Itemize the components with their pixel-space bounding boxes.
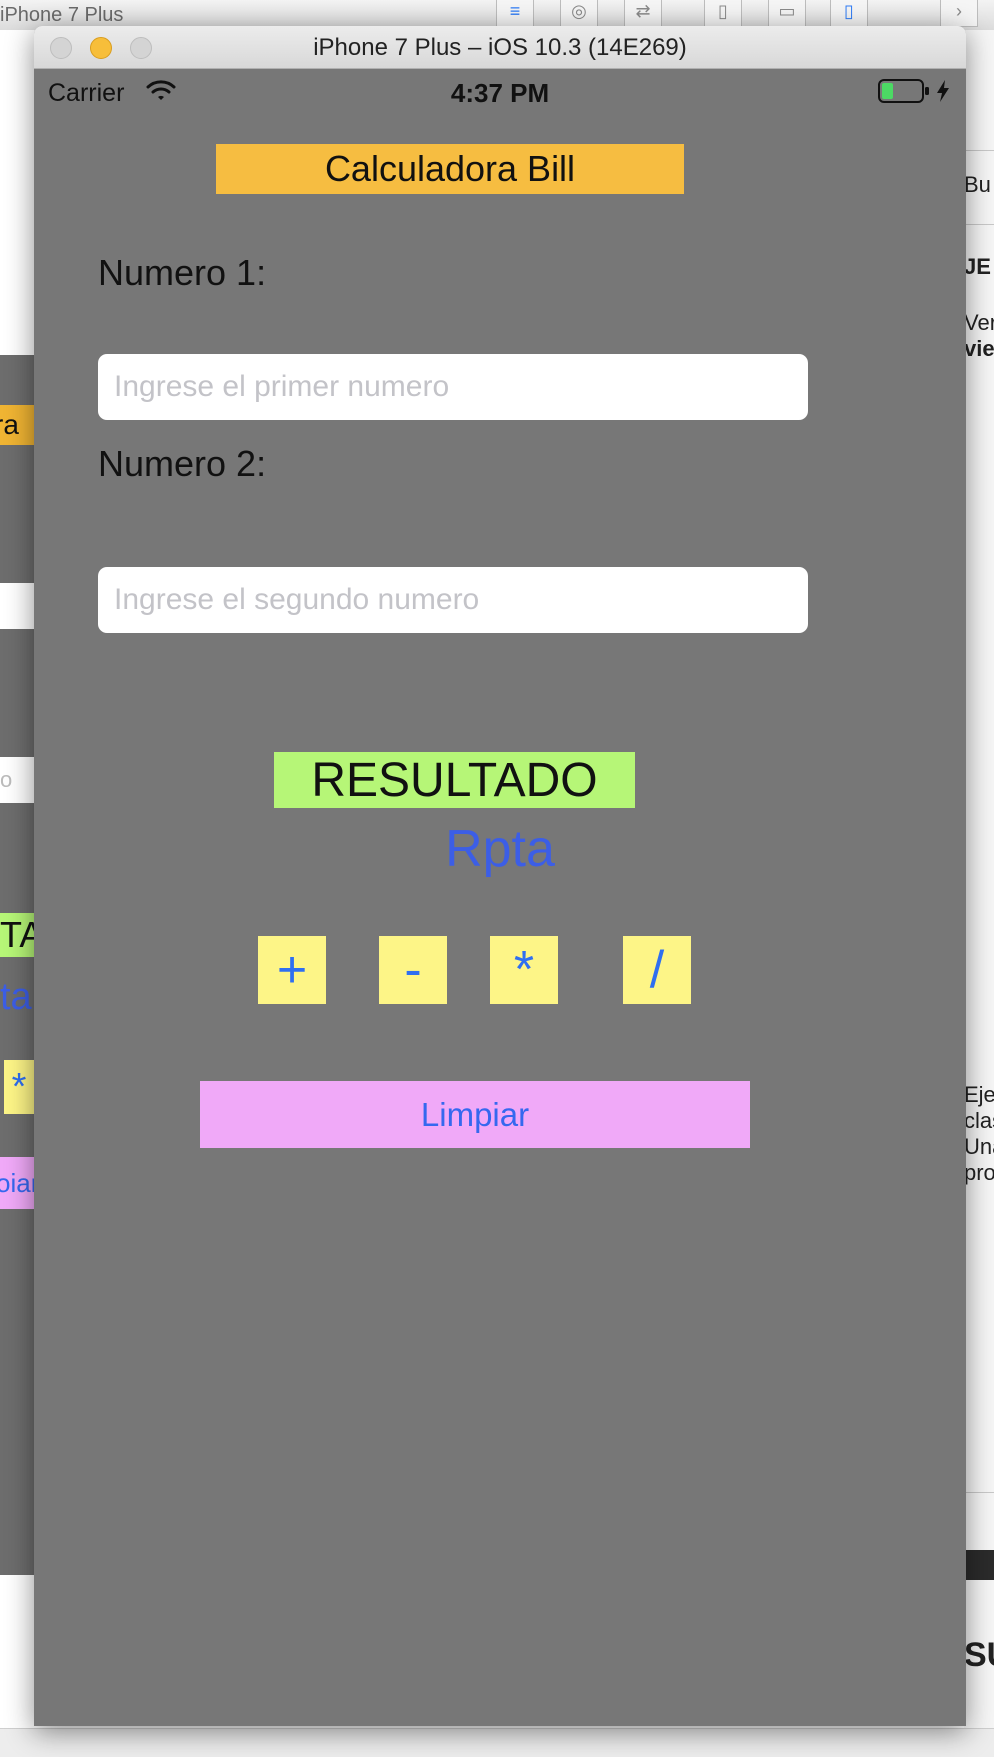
storyboard-clear-fragment: oiar [0, 1157, 34, 1209]
subtract-button[interactable]: - [379, 936, 447, 1004]
inspector-text: Bu [964, 172, 991, 197]
inspector-text: pro [964, 1160, 994, 1185]
editor-version-button[interactable]: ⇄ [624, 0, 662, 27]
inspector-text: clas [964, 1108, 994, 1133]
number-1-field[interactable] [98, 354, 808, 420]
inspector-text: Eje [964, 1082, 994, 1107]
number-2-field[interactable] [98, 567, 808, 633]
storyboard-field-fragment: o [0, 757, 34, 803]
window-title: iPhone 7 Plus – iOS 10.3 (14E269) [313, 34, 687, 61]
ios-screen: Carrier 4:37 PM Calculadora Bill Numero … [34, 69, 966, 1726]
app-title: Calculadora Bill [216, 144, 684, 194]
storyboard-result-fragment: TA [0, 913, 34, 957]
toggle-navigator-button[interactable]: ▯ [704, 0, 742, 27]
xcode-inspector-panel: Bu JE Ver vie Eje clas Una pro SU [964, 30, 994, 1756]
storyboard-title-fragment: ra [0, 405, 34, 445]
editor-standard-button[interactable]: ≡ [496, 0, 534, 27]
storyboard-field-fragment [0, 583, 34, 629]
editor-assistant-button[interactable]: ◎ [560, 0, 598, 27]
inspector-text: Ver [964, 310, 994, 335]
number-1-label: Numero 1: [98, 252, 267, 293]
inspector-text: vie [964, 336, 994, 361]
xcode-scheme-title[interactable]: iPhone 7 Plus [0, 4, 123, 27]
storyboard-canvas: ra o TA ta * oiar [0, 355, 36, 1575]
inspector-text: Una [964, 1134, 994, 1159]
storyboard-rpta-fragment: ta [0, 976, 32, 1018]
result-value: Rpta [445, 820, 555, 878]
add-button[interactable]: + [258, 936, 326, 1004]
clear-button[interactable]: Limpiar [200, 1081, 750, 1148]
result-heading: RESULTADO [274, 752, 635, 808]
toggle-inspector-button[interactable]: ▯ [830, 0, 868, 27]
simulator-window: iPhone 7 Plus – iOS 10.3 (14E269) Carrie… [34, 26, 966, 1726]
toolbar-overflow-button[interactable]: › [940, 0, 978, 27]
number-2-label: Numero 2: [98, 443, 267, 484]
toggle-debug-button[interactable]: ▭ [768, 0, 806, 27]
inspector-text: JE [964, 254, 991, 279]
window-title-bar[interactable]: iPhone 7 Plus – iOS 10.3 (14E269) [34, 26, 966, 69]
status-bar: Carrier 4:37 PM [34, 69, 966, 113]
storyboard-op-fragment: * [4, 1060, 34, 1114]
xcode-bottom-bar [0, 1728, 994, 1757]
battery-icon [878, 79, 929, 103]
status-time: 4:37 PM [450, 78, 550, 108]
multiply-button[interactable]: * [490, 936, 558, 1004]
divide-button[interactable]: / [623, 936, 691, 1004]
inspector-text: SU [964, 1636, 994, 1674]
charging-bolt-icon [937, 80, 949, 102]
